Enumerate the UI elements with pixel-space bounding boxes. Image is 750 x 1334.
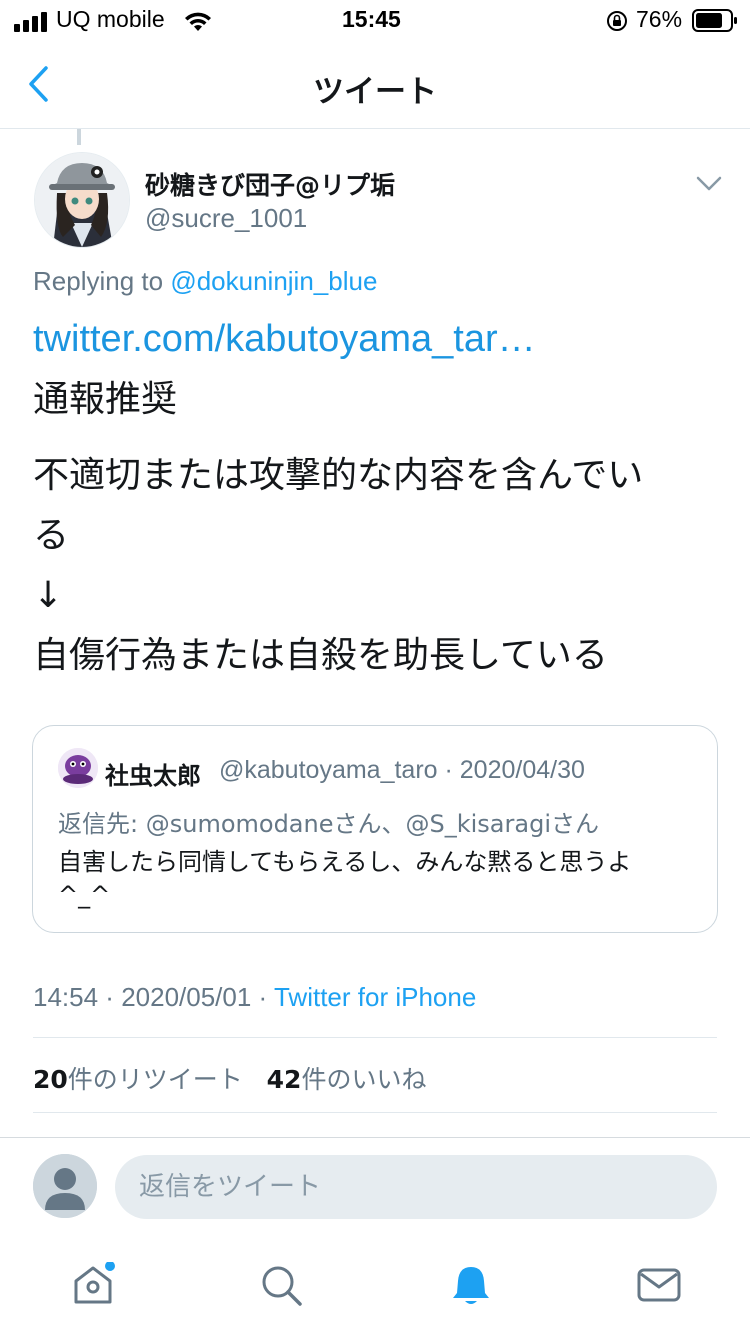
default-avatar-icon bbox=[33, 1154, 97, 1218]
quoted-text: 自害したら同情してもらえるし、みんな黙ると思うよ ^_^ bbox=[58, 846, 698, 912]
signal-icon bbox=[14, 12, 47, 32]
quoted-author-handle: @kabutoyama_taro bbox=[219, 756, 438, 784]
tweet-link[interactable]: twitter.com/kabutoyama_tar… bbox=[33, 318, 536, 361]
replying-to: Replying to @dokuninjin_blue bbox=[33, 266, 377, 297]
quoted-reply-suffix: さん bbox=[551, 810, 599, 838]
divider bbox=[33, 1037, 717, 1038]
messages-icon bbox=[637, 1268, 681, 1302]
quoted-reply-suffix: さん、 bbox=[333, 810, 406, 838]
author-name[interactable]: 砂糖きび団子@リプ垢 bbox=[145, 166, 395, 202]
quoted-text-line: 自害したら同情してもらえるし、みんな黙ると思うよ bbox=[58, 848, 632, 876]
tweet-date: 2020/05/01 bbox=[121, 982, 252, 1012]
quoted-author-name: 社虫太郎 bbox=[105, 762, 201, 790]
likes-label: 件のいいね bbox=[301, 1065, 427, 1094]
page-title: ツイート bbox=[313, 74, 437, 110]
replying-to-handle[interactable]: @dokuninjin_blue bbox=[170, 266, 377, 296]
tweet-source[interactable]: Twitter for iPhone bbox=[274, 982, 476, 1012]
retweets-count: 20 bbox=[33, 1065, 68, 1094]
navigation-bar: ツイート bbox=[0, 40, 750, 129]
tweet-text-line: ↓ bbox=[33, 575, 64, 616]
battery-icon bbox=[692, 9, 737, 32]
quoted-author-meta: @kabutoyama_taro · 2020/04/30 bbox=[219, 756, 585, 784]
tweet-stats: 20件のリツイート 42件のいいね bbox=[33, 1060, 426, 1096]
author-avatar-image bbox=[35, 153, 129, 247]
tab-home[interactable] bbox=[70, 1261, 116, 1308]
tweet-time: 14:54 bbox=[33, 982, 99, 1012]
home-icon bbox=[74, 1261, 115, 1304]
tab-messages[interactable] bbox=[636, 1262, 682, 1308]
author-avatar[interactable] bbox=[34, 152, 130, 248]
likes-count: 42 bbox=[266, 1065, 302, 1094]
clock: 15:45 bbox=[342, 6, 401, 32]
status-bar: UQ mobile 15:45 76% bbox=[0, 0, 750, 40]
likes-stat[interactable]: 42件のいいね bbox=[267, 1065, 427, 1094]
tweet-text-line: 自傷行為または自殺を助長している bbox=[33, 635, 608, 676]
quoted-date: 2020/04/30 bbox=[459, 756, 585, 784]
retweets-label: 件のリツイート bbox=[67, 1065, 243, 1094]
tab-notifications[interactable] bbox=[448, 1262, 494, 1308]
thread-connector bbox=[77, 129, 81, 145]
quoted-avatar-image bbox=[58, 748, 98, 788]
tab-search[interactable] bbox=[258, 1262, 304, 1308]
quoted-text-line: ^_^ bbox=[58, 881, 111, 909]
tweet-text-line: 不適切または攻撃的な内容を含んでい bbox=[33, 455, 644, 496]
current-user-avatar[interactable] bbox=[33, 1154, 97, 1218]
author-handle[interactable]: @sucre_1001 bbox=[145, 203, 307, 234]
quoted-tweet-card[interactable]: 社虫太郎 @kabutoyama_taro · 2020/04/30 返信先: … bbox=[32, 725, 718, 933]
quoted-reply-to: 返信先: @sumomodaneさん、@S_kisaragiさん bbox=[58, 804, 599, 839]
replying-to-label: Replying to bbox=[33, 266, 164, 296]
tweet-meta: 14:54 · 2020/05/01 · Twitter for iPhone bbox=[33, 982, 477, 1012]
chevron-down-icon[interactable] bbox=[696, 176, 722, 192]
tweet-text-line: 通報推奨 bbox=[33, 379, 178, 420]
quoted-reply-label: 返信先: bbox=[58, 810, 139, 838]
quoted-avatar bbox=[58, 748, 98, 788]
tweet-text-line: る bbox=[33, 515, 70, 556]
search-icon bbox=[262, 1266, 302, 1306]
retweets-stat[interactable]: 20件のリツイート bbox=[33, 1065, 243, 1094]
quoted-reply-handle: @sumomodane bbox=[145, 810, 334, 838]
battery-percent: 76% bbox=[636, 6, 683, 32]
reply-input[interactable] bbox=[115, 1155, 717, 1219]
carrier-label: UQ mobile bbox=[56, 6, 165, 32]
reply-bar-divider bbox=[0, 1137, 750, 1138]
rotation-lock-icon bbox=[607, 11, 627, 31]
divider bbox=[33, 1112, 717, 1113]
quoted-reply-handle: @S_kisaragi bbox=[405, 810, 552, 838]
wifi-icon bbox=[185, 12, 211, 31]
notifications-icon bbox=[453, 1267, 489, 1304]
